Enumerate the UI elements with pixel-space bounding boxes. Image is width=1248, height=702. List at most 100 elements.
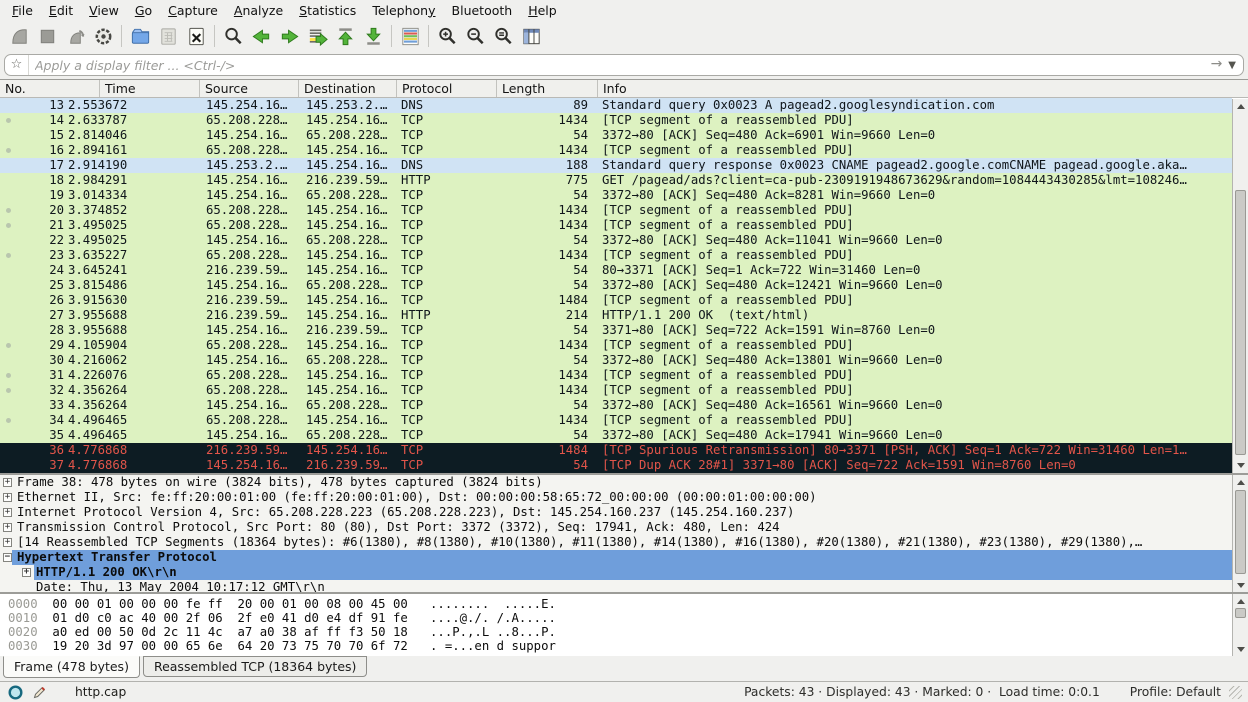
filter-dropdown-icon[interactable]: ▼ xyxy=(1228,60,1243,71)
menu-edit[interactable]: Edit xyxy=(41,2,81,19)
scroll-up-icon[interactable] xyxy=(1233,99,1248,113)
filter-bookmark-icon[interactable]: ☆ xyxy=(5,55,29,75)
close-file-icon[interactable] xyxy=(182,23,210,50)
column-header-no[interactable]: No. xyxy=(0,80,100,97)
scroll-up-icon[interactable] xyxy=(1233,594,1248,608)
column-header-protocol[interactable]: Protocol xyxy=(397,80,497,97)
scroll-track[interactable] xyxy=(1233,113,1248,458)
packet-row-30[interactable]: 304.216062145.254.16…65.208.228…TCP54337… xyxy=(0,353,1232,368)
filter-apply-icon[interactable]: → xyxy=(1211,56,1229,74)
expert-info-icon[interactable] xyxy=(8,685,23,700)
zoom-out-icon[interactable] xyxy=(461,23,489,50)
packet-row-35[interactable]: 354.496465145.254.16…65.208.228…TCP54337… xyxy=(0,428,1232,443)
detail-line-6[interactable]: +HTTP/1.1 200 OK\r\n xyxy=(0,565,1232,580)
packet-row-17[interactable]: 172.914190145.253.2.…145.254.16…DNS188St… xyxy=(0,158,1232,173)
expand-icon[interactable]: + xyxy=(3,478,12,487)
packet-row-28[interactable]: 283.955688145.254.16…216.239.59…TCP54337… xyxy=(0,323,1232,338)
hex-row-0000[interactable]: 0000 00 00 01 00 00 00 fe ff 20 00 01 00… xyxy=(0,597,1248,611)
scroll-up-icon[interactable] xyxy=(1233,475,1248,489)
expand-icon[interactable]: + xyxy=(3,538,12,547)
scroll-down-icon[interactable] xyxy=(1233,578,1248,592)
scroll-down-icon[interactable] xyxy=(1233,458,1248,472)
packet-row-36[interactable]: 364.776868216.239.59…145.254.16…TCP1484[… xyxy=(0,443,1232,458)
packet-row-34[interactable]: 344.49646565.208.228…145.254.16…TCP1434[… xyxy=(0,413,1232,428)
go-forward-icon[interactable] xyxy=(275,23,303,50)
go-first-icon[interactable] xyxy=(331,23,359,50)
column-header-destination[interactable]: Destination xyxy=(299,80,397,97)
capture-comment-icon[interactable] xyxy=(32,685,47,700)
scroll-thumb[interactable] xyxy=(1235,190,1246,455)
packet-row-15[interactable]: 152.814046145.254.16…65.208.228…TCP54337… xyxy=(0,128,1232,143)
packet-row-18[interactable]: 182.984291145.254.16…216.239.59…HTTP775G… xyxy=(0,173,1232,188)
scroll-down-icon[interactable] xyxy=(1233,642,1248,656)
detail-line-0[interactable]: +Frame 38: 478 bytes on wire (3824 bits)… xyxy=(0,475,1232,490)
detail-line-2[interactable]: +Internet Protocol Version 4, Src: 65.20… xyxy=(0,505,1232,520)
column-header-source[interactable]: Source xyxy=(200,80,299,97)
packet-row-31[interactable]: 314.22607665.208.228…145.254.16…TCP1434[… xyxy=(0,368,1232,383)
resize-grip[interactable] xyxy=(1229,686,1242,699)
capture-options-icon[interactable] xyxy=(89,23,117,50)
bytes-scrollbar[interactable] xyxy=(1232,594,1248,656)
zoom-original-icon[interactable] xyxy=(489,23,517,50)
packet-list-scrollbar[interactable] xyxy=(1232,99,1248,473)
colorize-icon[interactable] xyxy=(396,23,424,50)
packet-row-32[interactable]: 324.35626465.208.228…145.254.16…TCP1434[… xyxy=(0,383,1232,398)
packet-row-19[interactable]: 193.014334145.254.16…65.208.228…TCP54337… xyxy=(0,188,1232,203)
menu-help[interactable]: Help xyxy=(520,2,565,19)
menu-statistics[interactable]: Statistics xyxy=(291,2,364,19)
go-to-packet-icon[interactable] xyxy=(303,23,331,50)
scroll-track[interactable] xyxy=(1233,608,1248,642)
packet-row-14[interactable]: 142.63378765.208.228…145.254.16…TCP1434[… xyxy=(0,113,1232,128)
packet-row-29[interactable]: 294.10590465.208.228…145.254.16…TCP1434[… xyxy=(0,338,1232,353)
zoom-in-icon[interactable] xyxy=(433,23,461,50)
hex-row-0020[interactable]: 0020 a0 ed 00 50 0d 2c 11 4c a7 a0 38 af… xyxy=(0,625,1248,639)
menu-bluetooth[interactable]: Bluetooth xyxy=(444,2,521,19)
expand-icon[interactable]: + xyxy=(3,508,12,517)
scroll-thumb[interactable] xyxy=(1235,608,1246,618)
packet-row-20[interactable]: 203.37485265.208.228…145.254.16…TCP1434[… xyxy=(0,203,1232,218)
go-last-icon[interactable] xyxy=(359,23,387,50)
packet-row-23[interactable]: 233.63522765.208.228…145.254.16…TCP1434[… xyxy=(0,248,1232,263)
display-filter-field[interactable]: ☆ → ▼ xyxy=(4,54,1244,76)
collapse-icon[interactable]: − xyxy=(3,553,12,562)
packet-row-33[interactable]: 334.356264145.254.16…65.208.228…TCP54337… xyxy=(0,398,1232,413)
packet-row-22[interactable]: 223.495025145.254.16…65.208.228…TCP54337… xyxy=(0,233,1232,248)
packet-row-27[interactable]: 273.955688216.239.59…145.254.16…HTTP214H… xyxy=(0,308,1232,323)
detail-line-4[interactable]: +[14 Reassembled TCP Segments (18364 byt… xyxy=(0,535,1232,550)
menu-analyze[interactable]: Analyze xyxy=(226,2,291,19)
menu-capture[interactable]: Capture xyxy=(160,2,226,19)
detail-line-3[interactable]: +Transmission Control Protocol, Src Port… xyxy=(0,520,1232,535)
profile-label[interactable]: Profile: Default xyxy=(1130,685,1221,699)
packet-row-16[interactable]: 162.89416165.208.228…145.254.16…TCP1434[… xyxy=(0,143,1232,158)
packet-row-37[interactable]: 374.776868145.254.16…216.239.59…TCP54[TC… xyxy=(0,458,1232,473)
hex-row-0010[interactable]: 0010 01 d0 c0 ac 40 00 2f 06 2f e0 41 d0… xyxy=(0,611,1248,625)
find-packet-icon[interactable] xyxy=(219,23,247,50)
scroll-thumb[interactable] xyxy=(1235,490,1246,574)
hex-row-0030[interactable]: 0030 19 20 3d 97 00 00 65 6e 64 20 73 75… xyxy=(0,639,1248,653)
tab-frame[interactable]: Frame (478 bytes) xyxy=(3,656,140,678)
expand-icon[interactable]: + xyxy=(3,493,12,502)
display-filter-input[interactable] xyxy=(29,58,1211,73)
column-header-time[interactable]: Time xyxy=(100,80,200,97)
menu-telephony[interactable]: Telephony xyxy=(364,2,443,19)
column-header-length[interactable]: Length xyxy=(497,80,598,97)
packet-row-26[interactable]: 263.915630216.239.59…145.254.16…TCP1484[… xyxy=(0,293,1232,308)
detail-line-5[interactable]: −Hypertext Transfer Protocol xyxy=(0,550,1232,565)
detail-line-1[interactable]: +Ethernet II, Src: fe:ff:20:00:01:00 (fe… xyxy=(0,490,1232,505)
packet-row-21[interactable]: 213.49502565.208.228…145.254.16…TCP1434[… xyxy=(0,218,1232,233)
menu-go[interactable]: Go xyxy=(127,2,160,19)
detail-line-7[interactable]: Date: Thu, 13 May 2004 10:17:12 GMT\r\n xyxy=(0,580,1232,592)
expand-icon[interactable]: + xyxy=(3,523,12,532)
column-header-info[interactable]: Info xyxy=(598,80,1248,97)
resize-columns-icon[interactable] xyxy=(517,23,545,50)
packet-row-24[interactable]: 243.645241216.239.59…145.254.16…TCP5480→… xyxy=(0,263,1232,278)
details-scrollbar[interactable] xyxy=(1232,475,1248,592)
packet-row-13[interactable]: 132.553672145.254.16…145.253.2.…DNS89Sta… xyxy=(0,98,1232,113)
tab-reassembled-tcp[interactable]: Reassembled TCP (18364 bytes) xyxy=(143,656,367,677)
packet-row-25[interactable]: 253.815486145.254.16…65.208.228…TCP54337… xyxy=(0,278,1232,293)
menu-view[interactable]: View xyxy=(81,2,127,19)
open-file-icon[interactable] xyxy=(126,23,154,50)
scroll-track[interactable] xyxy=(1233,489,1248,578)
menu-file[interactable]: File xyxy=(4,2,41,19)
expand-icon[interactable]: + xyxy=(22,568,31,577)
